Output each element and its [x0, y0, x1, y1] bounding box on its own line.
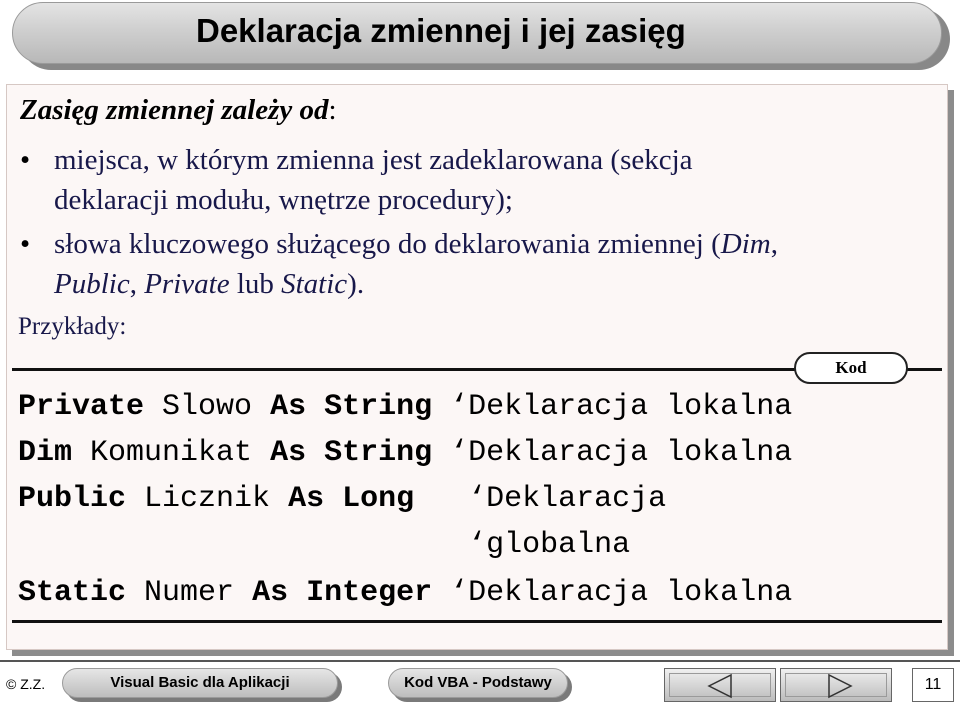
bullet-2-line-1: słowa kluczowego służącego do deklarowan… — [54, 224, 934, 264]
bullet-1-line-1: miejsca, w którym zmienna jest zadeklaro… — [54, 144, 693, 176]
section-heading: Zasięg zmiennej zależy od: — [20, 94, 337, 127]
code-line: Private Slowo As String ‘Deklaracja loka… — [18, 384, 792, 430]
code-keyword: Private — [18, 390, 145, 424]
footer-rule — [0, 660, 960, 662]
bullet-1-line-2: deklaracji modułu, wnętrze procedury); — [54, 184, 513, 216]
code-tag: Kod — [794, 352, 908, 384]
prev-page-icon — [828, 673, 853, 699]
slide-title: Deklaracja zmiennej i jej zasięg — [196, 12, 686, 49]
bullet-marker: • — [20, 228, 31, 260]
keyword-private: Private — [144, 268, 230, 300]
keyword-public: Public — [54, 268, 130, 300]
bullet-2-line-2: Public, Private lub Static). — [54, 264, 934, 304]
text-run: lub — [229, 268, 282, 300]
bullet-marker: • — [20, 144, 31, 176]
text-run: ). — [347, 268, 365, 300]
code-type: String — [324, 436, 433, 470]
course-title: Visual Basic dla Aplikacji — [62, 668, 338, 698]
code-keyword: Static — [18, 576, 127, 610]
code-keyword: Public — [18, 482, 127, 516]
first-page-button[interactable] — [664, 668, 776, 702]
topic-title: Kod VBA - Podstawy — [388, 668, 568, 698]
code-bottom-rule — [12, 620, 942, 623]
code-identifier: Komunikat — [72, 436, 271, 470]
page-number: 11 — [912, 668, 954, 702]
bullet-item-2: słowa kluczowego służącego do deklarowan… — [54, 224, 934, 304]
heading-text: Zasięg zmiennej zależy od — [20, 94, 329, 126]
first-page-icon — [707, 673, 732, 699]
examples-label: Przykłady: — [18, 313, 127, 340]
heading-colon: : — [328, 94, 337, 126]
code-keyword: As — [252, 576, 289, 610]
code-comment: ‘Deklaracja lokalna — [450, 390, 793, 424]
code-identifier: Numer — [126, 576, 253, 610]
keyword-dim: Dim — [720, 228, 771, 260]
code-line: Static Numer As Integer ‘Deklaracja loka… — [18, 570, 792, 616]
prev-page-button[interactable] — [780, 668, 892, 702]
code-type: String — [324, 390, 433, 424]
code-line: Public Licznik As Long ‘Deklaracja — [18, 476, 666, 522]
keyword-static: Static — [281, 268, 348, 300]
code-identifier: Licznik — [126, 482, 289, 516]
text-run: słowa kluczowego służącego do deklarowan… — [54, 228, 721, 260]
code-comment: ‘globalna — [468, 528, 631, 562]
copyright-text: © Z.Z. — [6, 676, 46, 692]
code-type: Integer — [306, 576, 433, 610]
code-line: ‘globalna — [18, 522, 630, 568]
code-comment: ‘Deklaracja lokalna — [450, 436, 793, 470]
code-keyword: As — [270, 436, 307, 470]
text-run: , — [770, 228, 778, 260]
code-comment: ‘Deklaracja — [468, 482, 667, 516]
code-comment: ‘Deklaracja lokalna — [450, 576, 793, 610]
code-keyword: As — [288, 482, 325, 516]
code-identifier: Slowo — [144, 390, 271, 424]
code-keyword: Dim — [18, 436, 73, 470]
code-line: Dim Komunikat As String ‘Deklaracja loka… — [18, 430, 792, 476]
code-keyword: As — [270, 390, 307, 424]
bullet-item-1: miejsca, w którym zmienna jest zadeklaro… — [54, 140, 934, 220]
code-type: Long — [342, 482, 415, 516]
text-run: , — [129, 268, 145, 300]
